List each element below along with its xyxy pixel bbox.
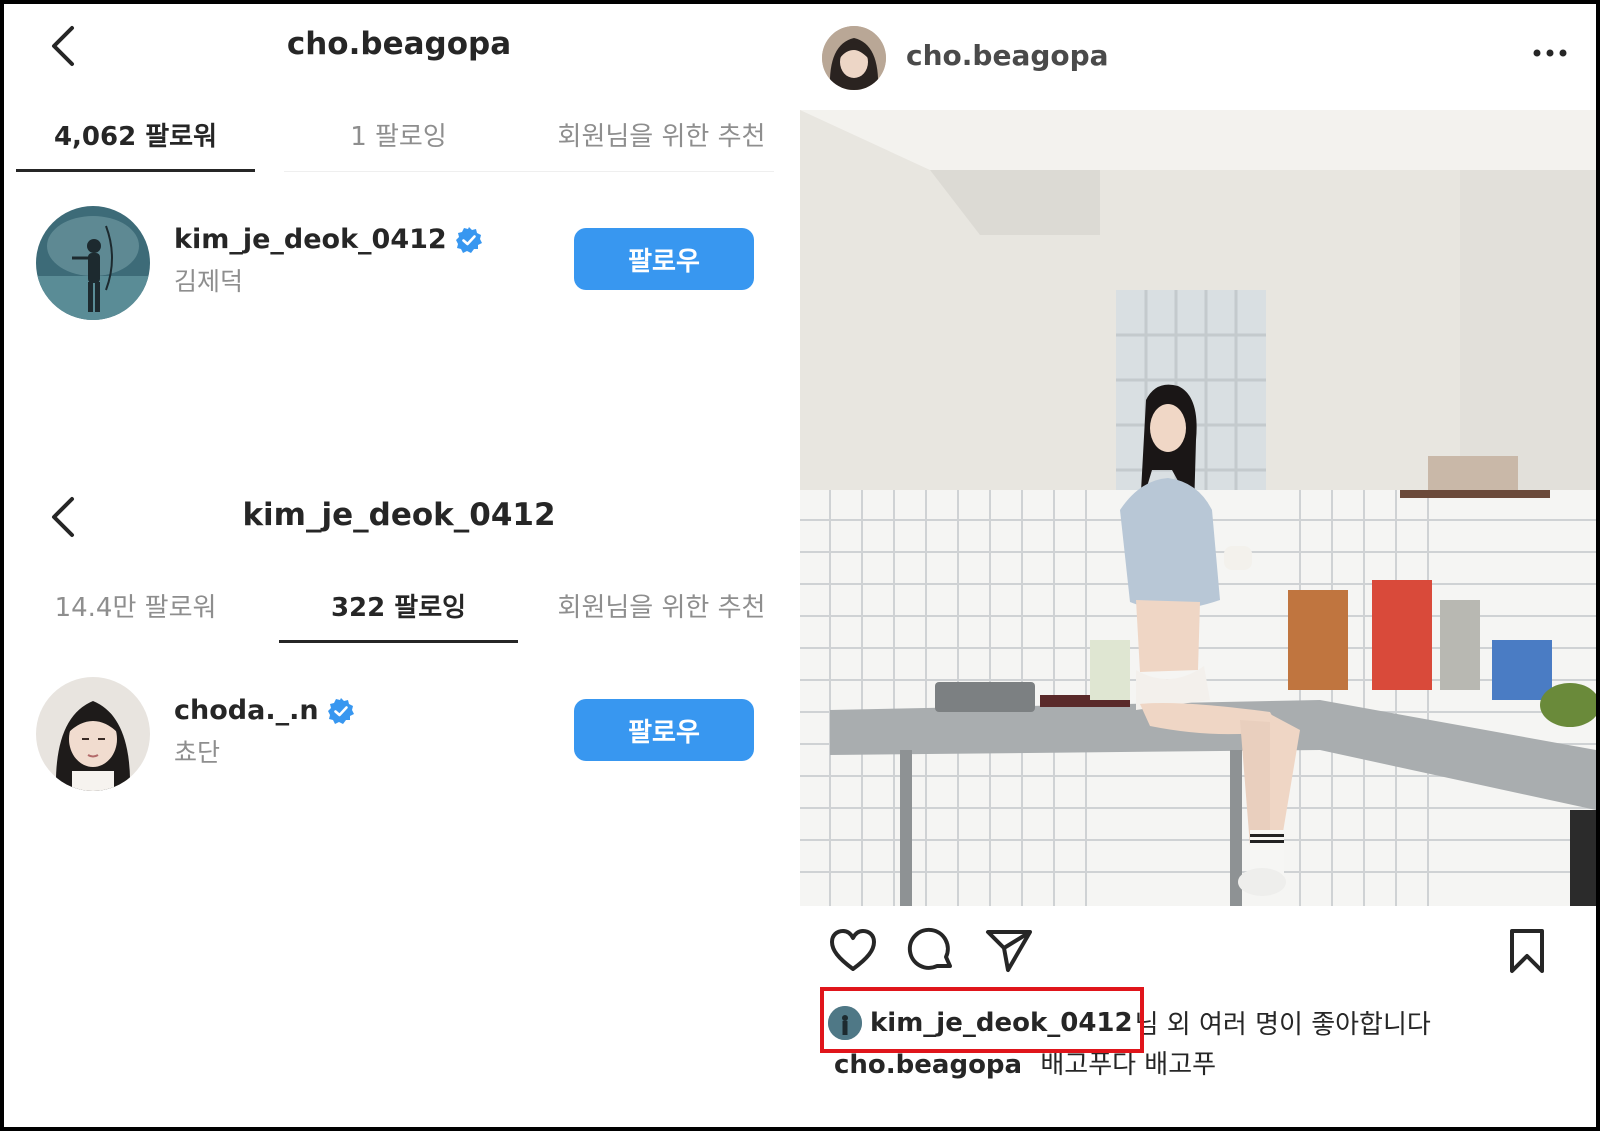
tab-followers[interactable]: 4,062 팔로워 [4,94,267,178]
page-title: cho.beagopa [286,26,512,62]
nav-bar: cho.beagopa [4,4,794,94]
post-actions [800,926,1596,986]
tab-label: 4,062 팔로워 [53,122,218,152]
comment-icon[interactable] [906,926,956,976]
caption-username[interactable]: cho.beagopa [834,1050,1022,1080]
nav-bar: kim_je_deok_0412 [4,475,794,565]
tab-suggested[interactable]: 회원님을 위한 추천 [530,94,793,178]
tab-label: 14.4만 팔로워 [54,593,217,623]
tab-following[interactable]: 322 팔로잉 [267,565,530,649]
username-text: choda._.n [174,695,319,726]
list-item[interactable]: kim_je_deok_0412 김제덕 팔로우 [4,206,794,336]
tab-label: 1 팔로잉 [350,122,447,152]
follow-button[interactable]: 팔로우 [574,699,754,761]
list-item[interactable]: choda._.n 쵸단 팔로우 [4,677,794,807]
page-title: kim_je_deok_0412 [242,497,556,533]
post-panel: cho.beagopa kim_je_deok_0412 님 외 여러 명이 좋… [800,4,1596,1127]
post-photo[interactable] [800,110,1596,906]
follow-button[interactable]: 팔로우 [574,228,754,290]
tab-bar: 4,062 팔로워 1 팔로잉 회원님을 위한 추천 [4,94,794,178]
verified-badge-icon [327,697,354,724]
tab-divider [284,171,774,172]
bookmark-icon[interactable] [1502,926,1552,976]
heart-icon[interactable] [828,926,878,976]
tab-followers[interactable]: 14.4만 팔로워 [4,565,267,649]
followers-screen: cho.beagopa 4,062 팔로워 1 팔로잉 회원님을 위한 추천 k… [4,4,794,336]
more-icon[interactable] [1532,48,1568,58]
tab-suggested[interactable]: 회원님을 위한 추천 [530,565,793,649]
tab-following[interactable]: 1 팔로잉 [267,94,530,178]
username-text: kim_je_deok_0412 [174,224,447,255]
post-username[interactable]: cho.beagopa [906,39,1109,72]
avatar[interactable] [36,206,150,320]
highlight-box [820,987,1144,1053]
tab-bar: 14.4만 팔로워 322 팔로잉 회원님을 위한 추천 [4,565,794,649]
tab-underline [542,640,781,643]
post-header: cho.beagopa [800,4,1596,110]
avatar[interactable] [822,26,886,90]
full-name: 김제덕 [174,267,244,296]
username[interactable]: choda._.n [174,695,355,726]
tab-underline [16,169,255,172]
verified-badge-icon [455,226,482,253]
avatar[interactable] [36,677,150,791]
following-screen: kim_je_deok_0412 14.4만 팔로워 322 팔로잉 회원님을 … [4,475,794,807]
caption-text: 배고푸다 배고푸 [1040,1050,1217,1080]
tab-label: 회원님을 위한 추천 [557,593,766,623]
tab-label: 322 팔로잉 [330,593,467,623]
share-icon[interactable] [984,926,1034,976]
tab-underline [16,640,255,643]
full-name: 쵸단 [174,738,221,767]
username[interactable]: kim_je_deok_0412 [174,224,483,255]
tab-underline [279,640,518,643]
likes-text: 님 외 여러 명이 좋아합니다 [1134,1010,1431,1040]
tab-label: 회원님을 위한 추천 [557,122,766,152]
